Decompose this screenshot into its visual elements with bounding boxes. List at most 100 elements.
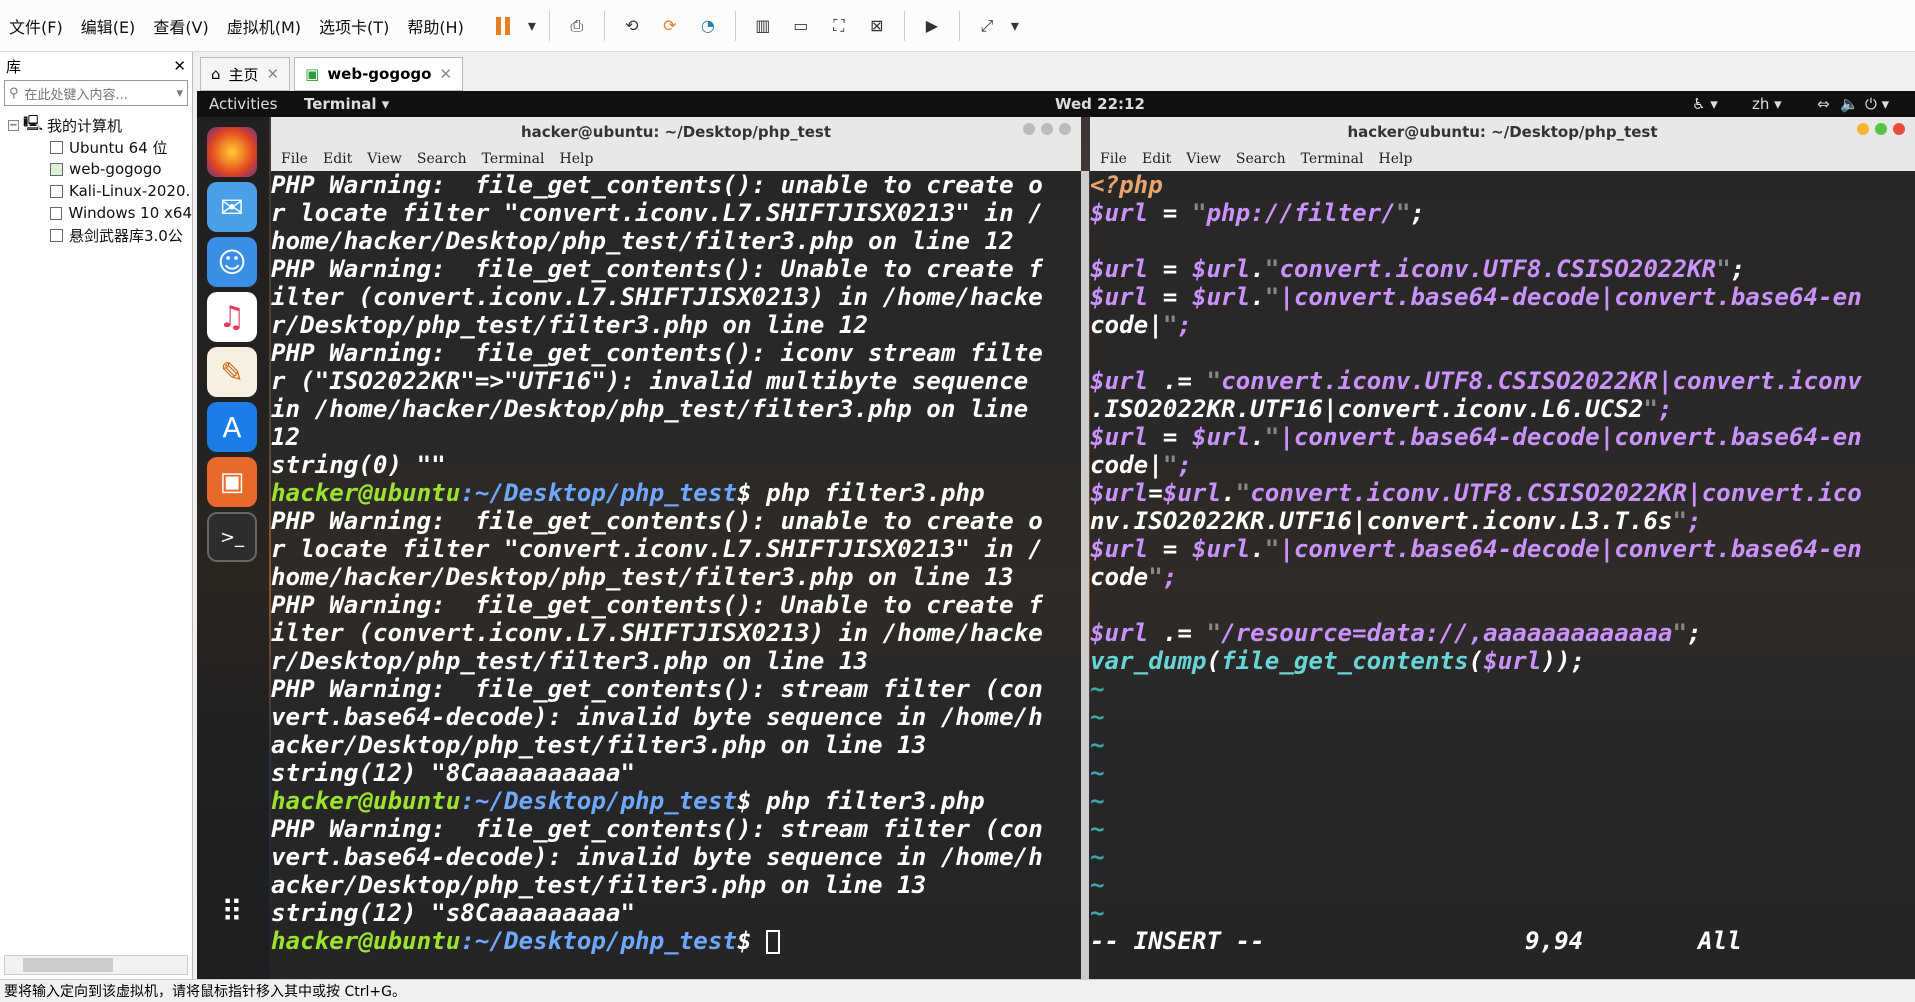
vim-empty-line: ~ — [1090, 815, 1105, 843]
app-menu[interactable]: Terminal ▾ — [304, 95, 389, 113]
collapse-icon[interactable]: − — [8, 119, 19, 131]
terminal-window-left[interactable]: hacker@ubuntu: ~/Desktop/php_test File Ed… — [271, 117, 1081, 979]
code-line: $url = $url."|convert.base64-decode|conv… — [1090, 423, 1862, 451]
send-keys-icon[interactable]: ⎙ — [560, 9, 594, 43]
snapshot-icon[interactable]: ⟲ — [615, 9, 649, 43]
terminal-line: r locate filter "convert.iconv.L7.SHIFTJ… — [271, 199, 1043, 227]
show-apps-icon[interactable]: ⠿ — [207, 887, 257, 937]
vim-empty-line: ~ — [1090, 787, 1105, 815]
close-icon[interactable]: ✕ — [173, 57, 186, 75]
terminal-menu-item[interactable]: File — [1100, 151, 1127, 167]
terminal-output-left[interactable]: PHP Warning: file_get_contents(): unable… — [271, 171, 1081, 979]
vm-icon — [50, 228, 63, 242]
terminal-menu-item[interactable]: Terminal — [1301, 151, 1364, 167]
minimize-icon[interactable] — [1857, 123, 1869, 135]
terminal-line: ilter (convert.iconv.L7.SHIFTJISX0213) i… — [271, 619, 1043, 647]
terminal-menu-item[interactable]: Search — [417, 151, 467, 167]
terminal-line: vert.base64-decode): invalid byte sequen… — [271, 843, 1043, 871]
fullscreen-icon[interactable]: ⛶ — [822, 9, 856, 43]
terminal-menu-item[interactable]: View — [367, 151, 402, 167]
vim-editor[interactable]: <?php $url = "php://filter/"; $url = $url.… — [1090, 171, 1915, 979]
app-store-icon[interactable]: A — [207, 402, 257, 452]
revert-snapshot-icon[interactable]: ⟳ — [653, 9, 687, 43]
tree-item-vm[interactable]: Ubuntu 64 位 — [0, 136, 192, 158]
tab-web-gogogo[interactable]: ▣ web-gogogo ✕ — [294, 57, 464, 91]
terminal-scrollbar[interactable] — [1081, 171, 1089, 979]
scroll-position: All — [1698, 927, 1742, 955]
clock[interactable]: Wed 22:12 — [1055, 95, 1145, 113]
terminal-line: r/Desktop/php_test/filter3.php on line 1… — [271, 647, 869, 675]
menu-item[interactable]: 查看(V) — [144, 0, 217, 52]
network-icon[interactable]: ⇔ — [1817, 95, 1830, 113]
cursor-position: 9,94 — [1525, 927, 1584, 955]
terminal-line: PHP Warning: file_get_contents(): unable… — [271, 171, 1043, 199]
terminal-menu-item[interactable]: Edit — [1142, 151, 1171, 167]
terminal-menu-item[interactable]: Terminal — [482, 151, 545, 167]
terminal-line: ilter (convert.iconv.L7.SHIFTJISX0213) i… — [271, 283, 1043, 311]
chevron-down-icon[interactable]: ▾ — [1008, 9, 1022, 43]
chevron-down-icon[interactable]: ▾ — [525, 9, 539, 43]
cursor — [766, 930, 781, 954]
snapshot-manager-icon[interactable]: ◔ — [691, 9, 725, 43]
close-icon[interactable]: ✕ — [439, 65, 452, 83]
library-scrollbar[interactable] — [4, 955, 188, 975]
input-language[interactable]: zh ▾ — [1752, 95, 1782, 113]
unity-icon[interactable]: ⊠ — [860, 9, 894, 43]
window-title: hacker@ubuntu: ~/Desktop/php_test — [1090, 117, 1915, 147]
menu-item[interactable]: 帮助(H) — [398, 0, 473, 52]
vim-empty-line: ~ — [1090, 703, 1105, 731]
close-icon[interactable]: ✕ — [267, 65, 280, 83]
thumbnail-view-icon[interactable]: ▭ — [784, 9, 818, 43]
mail-icon[interactable]: ✉ — [207, 182, 257, 232]
power-icon[interactable]: ⏻ ▾ — [1865, 95, 1889, 113]
maximize-icon[interactable] — [1875, 123, 1887, 135]
accessibility-icon[interactable]: ♿ ▾ — [1692, 95, 1718, 113]
console-icon[interactable]: ▶ — [915, 9, 949, 43]
tree-item-vm[interactable]: Windows 10 x64 — [0, 202, 192, 224]
window-title: hacker@ubuntu: ~/Desktop/php_test — [271, 117, 1081, 147]
tree-item-vm[interactable]: Kali-Linux-2020. — [0, 180, 192, 202]
terminal-menu-item[interactable]: Edit — [323, 151, 352, 167]
slides-icon[interactable]: ▣ — [207, 457, 257, 507]
menu-item[interactable]: 虚拟机(M) — [218, 0, 310, 52]
files-icon[interactable]: ☺ — [207, 237, 257, 287]
stretch-icon[interactable]: ⤢ — [970, 9, 1004, 43]
code-line: code|"; — [1090, 451, 1192, 479]
activities-button[interactable]: Activities — [209, 95, 304, 113]
tab-home[interactable]: ⌂ 主页 ✕ — [200, 57, 291, 91]
music-icon[interactable]: ♫ — [207, 292, 257, 342]
terminal-line: r ("ISO2022KR"=>"UTF16"): invalid multib… — [271, 367, 1043, 395]
maximize-icon[interactable] — [1041, 123, 1053, 135]
menu-item[interactable]: 编辑(E) — [72, 0, 145, 52]
minimize-icon[interactable] — [1023, 123, 1035, 135]
code-line: $url = $url."convert.iconv.UTF8.CSISO202… — [1090, 255, 1746, 283]
terminal-menu-item[interactable]: Help — [1379, 151, 1413, 167]
tree-root[interactable]: − 🖳 我的计算机 — [0, 114, 192, 136]
chevron-down-icon[interactable]: ▾ — [176, 86, 183, 101]
vm-display[interactable]: Activities Terminal ▾ Wed 22:12 ♿ ▾ zh ▾… — [197, 91, 1915, 979]
terminal-window-right[interactable]: hacker@ubuntu: ~/Desktop/php_test File Ed… — [1090, 117, 1915, 979]
code-line: $url = "php://filter/"; — [1090, 199, 1425, 227]
close-icon[interactable] — [1059, 123, 1071, 135]
text-editor-icon[interactable]: ✎ — [207, 347, 257, 397]
volume-icon[interactable]: 🔈 — [1840, 95, 1859, 113]
tree-item-vm[interactable]: web-gogogo — [0, 158, 192, 180]
terminal-line: in /home/hacker/Desktop/php_test/filter3… — [271, 395, 1029, 423]
menu-item[interactable]: 文件(F) — [0, 0, 72, 52]
library-search-input[interactable]: ⚲ 在此处键入内容... ▾ — [4, 80, 188, 106]
code-line: $url .= "/resource=data://,aaaaaaaaaaaaa… — [1090, 619, 1702, 647]
sidebar-view-icon[interactable]: ▥ — [746, 9, 780, 43]
firefox-icon[interactable] — [207, 127, 257, 177]
terminal-menu-item[interactable]: Search — [1236, 151, 1286, 167]
vm-icon — [50, 162, 63, 176]
terminal-menu-item[interactable]: View — [1186, 151, 1221, 167]
terminal-menu-item[interactable]: File — [281, 151, 308, 167]
terminal-icon[interactable]: >_ — [207, 512, 257, 562]
tree-item-vm[interactable]: 悬剑武器库3.0公 — [0, 224, 192, 246]
menu-item[interactable]: 选项卡(T) — [310, 0, 398, 52]
close-icon[interactable] — [1893, 123, 1905, 135]
vm-running-icon: ▣ — [305, 65, 320, 83]
pause-icon[interactable] — [487, 9, 521, 43]
terminal-menu-item[interactable]: Help — [560, 151, 594, 167]
terminal-line: PHP Warning: file_get_contents(): stream… — [271, 675, 1043, 703]
